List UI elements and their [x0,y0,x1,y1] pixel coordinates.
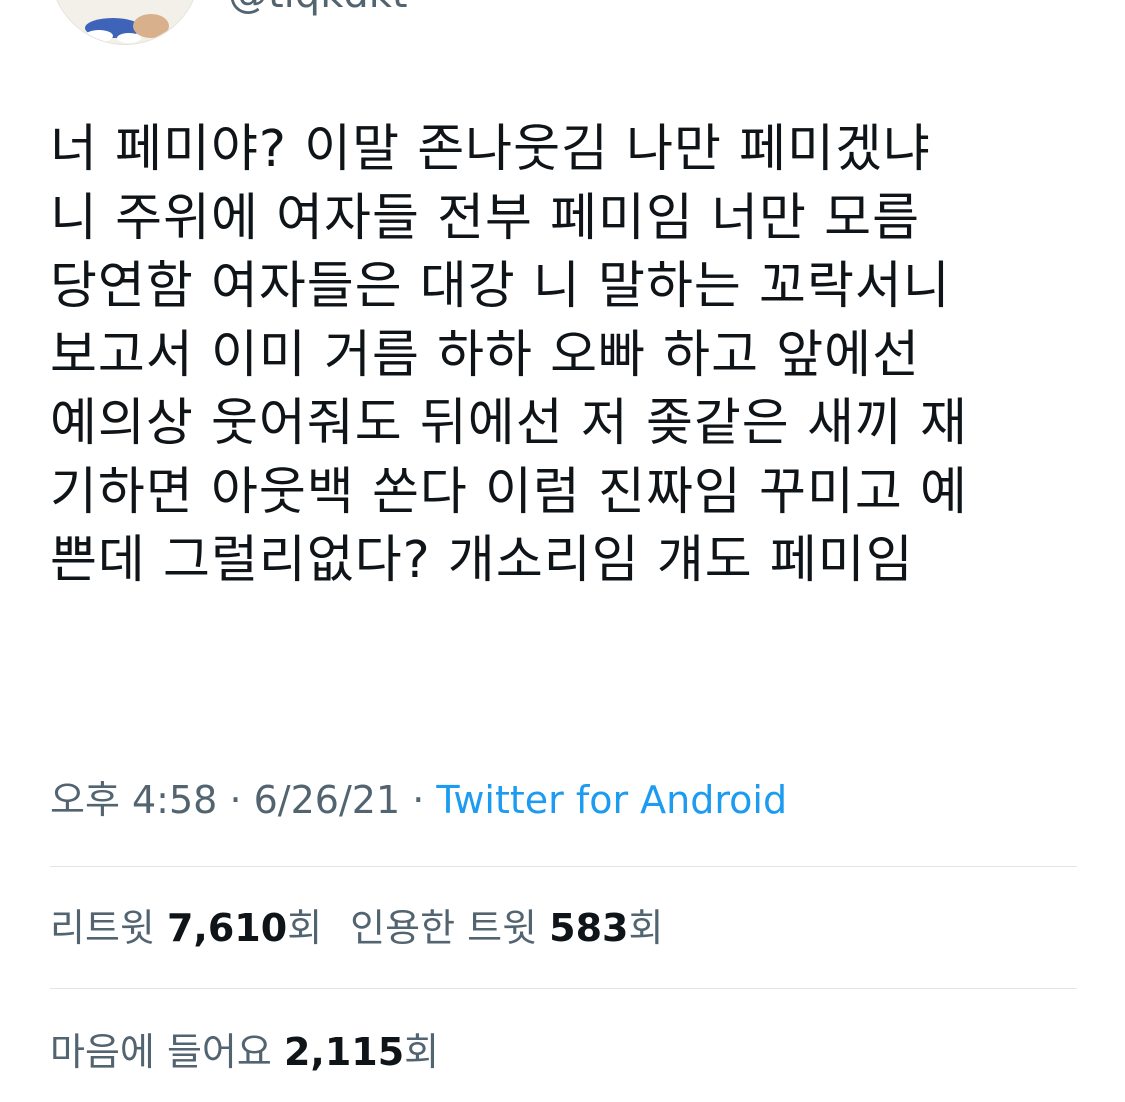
likes-label: 마음에 들어요 [50,1030,272,1074]
retweets-stat[interactable]: 리트윗 7,610회 [50,906,322,950]
tweet-date[interactable]: 6/26/21 [254,778,401,822]
divider [50,866,1077,867]
metadata-separator: · [229,778,242,822]
user-handle[interactable]: @tiqkdkt [228,0,408,14]
metadata-separator: · [412,778,425,822]
tweet-text-line: 예의상 웃어줘도 뒤에선 저 좆같은 새끼 재 [50,394,968,453]
engagement-stats-row: 리트윗 7,610회 인용한 트윗 583회 [50,903,663,953]
tweet-text-line: 너 페미야? 이말 존나웃김 나만 페미겠냐 [50,120,931,179]
likes-unit: 회 [404,1030,440,1074]
avatar-image [51,0,199,44]
tweet-text-line: 보고서 이미 거름 하하 오빠 하고 앞에선 [50,325,920,385]
likes-stats-row: 마음에 들어요 2,115회 [50,1027,439,1077]
likes-count: 2,115 [283,1030,405,1074]
tweet-time[interactable]: 오후 4:58 [50,778,217,822]
quotes-unit: 회 [628,906,664,950]
likes-stat[interactable]: 마음에 들어요 2,115회 [50,1030,439,1074]
tweet-text-line: 쁜데 그럴리없다? 개소리임 걔도 페미임 [50,531,914,590]
divider [50,988,1077,989]
tweet-text-line: 기하면 아웃백 쏜다 이럼 진짜임 꾸미고 예 [50,462,968,522]
tweet-text-line: 니 주위에 여자들 전부 페미임 너만 모름 [50,188,920,248]
retweets-count: 7,610 [166,906,288,950]
retweets-unit: 회 [287,906,323,950]
quotes-label: 인용한 트윗 [350,906,538,950]
tweet-text-line: 당연함 여자들은 대강 니 말하는 꼬락서니 [50,257,951,316]
quotes-stat[interactable]: 인용한 트윗 583회 [350,906,663,950]
tweet-source-link[interactable]: Twitter for Android [436,778,787,822]
tweet-text: 너 페미야? 이말 존나웃김 나만 페미겠냐 니 주위에 여자들 전부 페미임 … [50,116,1090,596]
tweet-metadata: 오후 4:58 · 6/26/21 · Twitter for Android [50,775,787,825]
retweets-label: 리트윗 [50,906,155,950]
quotes-count: 583 [549,906,629,950]
avatar[interactable] [50,0,200,45]
